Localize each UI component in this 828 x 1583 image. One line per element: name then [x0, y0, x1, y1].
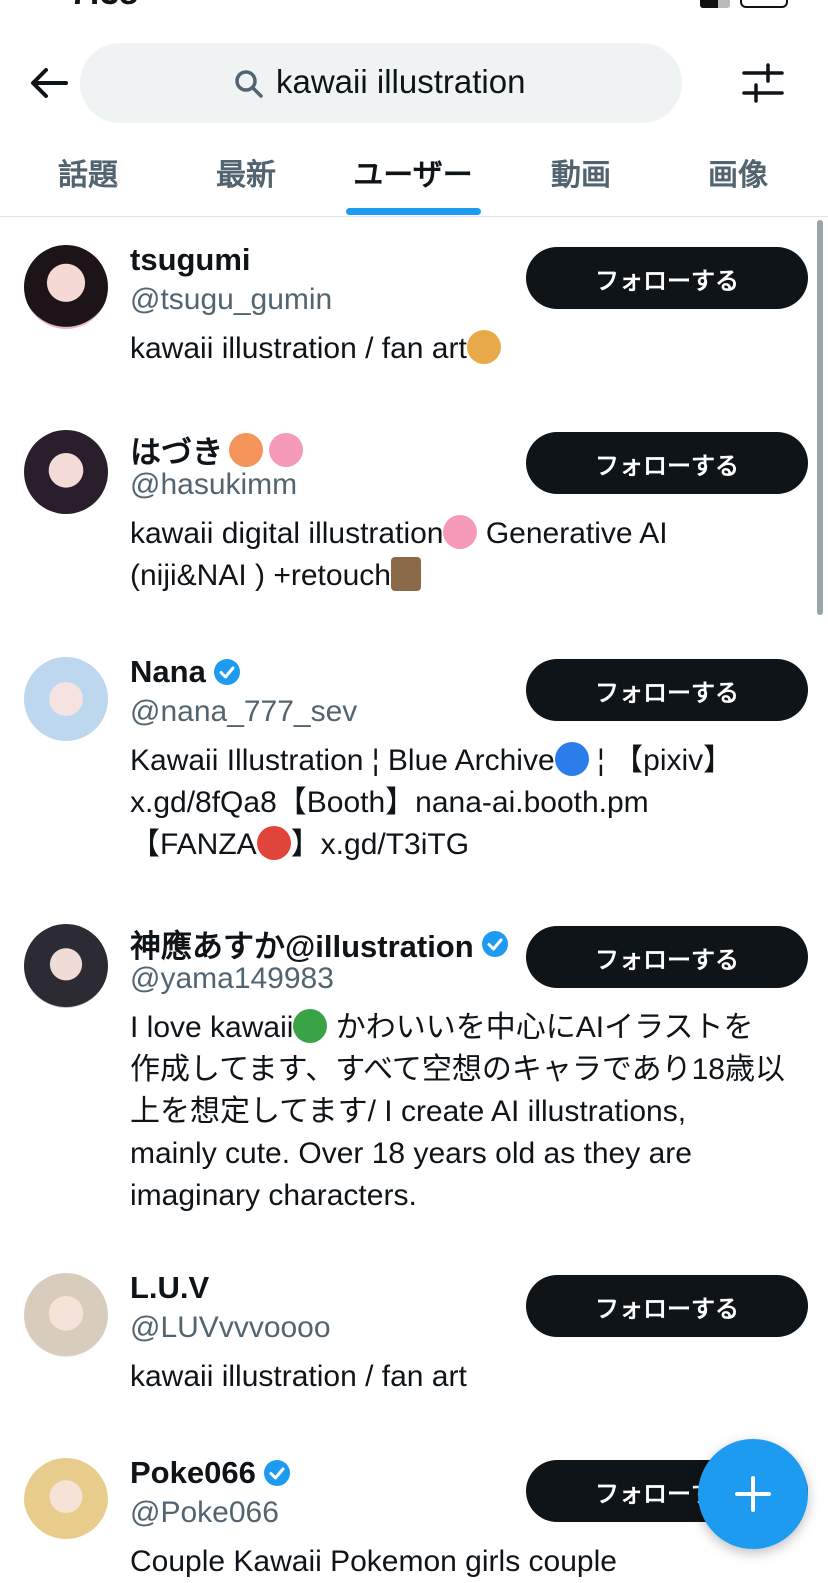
search-tabs: 話題 最新 ユーザー 動画 画像	[0, 140, 828, 217]
user-bio: kawaii illustration / fan art	[130, 328, 810, 370]
top-bar: kawaii illustration	[0, 40, 828, 126]
user-name: Poke066	[130, 1455, 292, 1491]
user-name: 神應あすか@illustration	[130, 921, 510, 966]
compose-button[interactable]	[698, 1439, 808, 1549]
user-name: Nana	[130, 654, 242, 690]
user-handle: @tsugu_gumin	[130, 283, 333, 316]
search-query: kawaii illustration	[276, 63, 526, 100]
user-name: L.U.V	[130, 1270, 210, 1305]
arrow-left-icon	[31, 68, 68, 98]
user-bio: kawaii illustration / fan art	[130, 1360, 467, 1393]
plus-icon	[735, 1476, 771, 1512]
avatar[interactable]	[24, 657, 108, 741]
follow-button[interactable]: フォローする	[526, 926, 808, 988]
scrollbar[interactable]	[817, 220, 823, 615]
battery-icon	[740, 0, 788, 8]
back-button[interactable]	[26, 60, 72, 106]
user-name: tsugumi	[130, 242, 251, 277]
verified-badge-icon	[481, 930, 508, 957]
filter-button[interactable]	[740, 62, 786, 104]
verified-badge-icon	[213, 659, 240, 685]
cellular-signal-icon	[700, 0, 730, 8]
pancakes-emoji-icon	[466, 330, 501, 364]
ribbon-emoji-icon	[443, 515, 478, 549]
search-input[interactable]: kawaii illustration	[80, 43, 682, 123]
search-icon	[235, 70, 263, 98]
status-icons	[700, 0, 788, 8]
avatar[interactable]	[24, 1273, 108, 1357]
user-handle: @LUVvvvoooo	[130, 1311, 331, 1344]
avatar[interactable]	[24, 245, 108, 329]
status-time: 7:38	[70, 0, 138, 13]
user-handle: @yama149983	[130, 962, 334, 995]
peach-emoji-icon	[229, 432, 263, 467]
user-bio: kawaii digital illustration Generative A…	[130, 515, 668, 592]
active-tab-indicator	[346, 208, 481, 215]
shamrock-emoji-icon	[293, 1009, 328, 1043]
user-handle: @Poke066	[130, 1496, 279, 1529]
user-handle: @hasukimm	[130, 468, 298, 501]
follow-button[interactable]: フォローする	[526, 1275, 808, 1337]
user-bio: Kawaii Illustration ¦ Blue Archive ¦ 【pi…	[130, 742, 734, 861]
follow-button[interactable]: フォローする	[526, 659, 808, 721]
blue-heart-emoji-icon	[554, 742, 589, 776]
tab-latest[interactable]: 最新	[216, 150, 276, 194]
status-bar: 7:38	[0, 0, 828, 30]
sliders-icon	[742, 63, 784, 103]
tab-users[interactable]: ユーザー	[353, 150, 472, 194]
avatar[interactable]	[24, 430, 108, 514]
avatar[interactable]	[24, 1458, 108, 1542]
follow-button[interactable]: フォローする	[526, 432, 808, 494]
verified-badge-icon	[263, 1460, 290, 1486]
tab-images[interactable]: 画像	[708, 150, 768, 194]
ribbon-emoji-icon	[269, 432, 303, 467]
follow-button[interactable]: フォローする	[526, 247, 808, 309]
user-handle: @nana_777_sev	[130, 695, 358, 728]
no-under-18-emoji-icon	[256, 826, 291, 860]
magic-wand-emoji-icon	[390, 557, 421, 591]
user-name: はづき	[130, 427, 303, 472]
tab-top[interactable]: 話題	[58, 150, 118, 194]
user-bio: Couple Kawaii Pokemon girls couple	[130, 1545, 617, 1578]
avatar[interactable]	[24, 924, 108, 1008]
user-bio: I love kawaii かわいいを中心にAIイラストを 作成してます、すべて…	[130, 1009, 785, 1212]
tab-videos[interactable]: 動画	[551, 150, 611, 194]
